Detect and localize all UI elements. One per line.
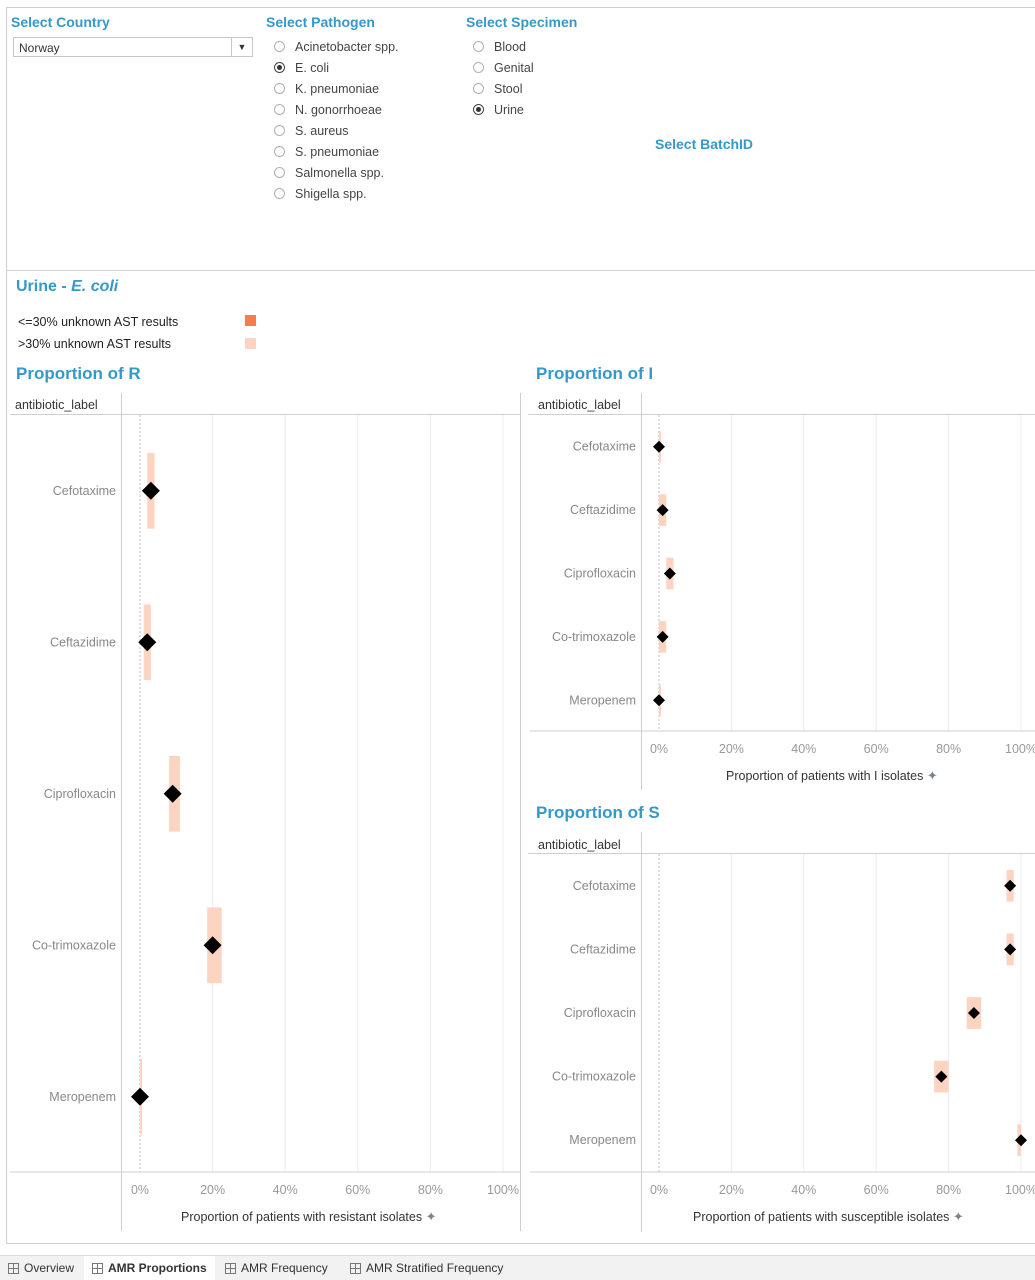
chart-r: 0% 20% 40% 60% 80% 100% Cefotaxime Ceftazidime C… (10, 415, 1035, 1197)
bottom-border (6, 1243, 1035, 1244)
data-point (1015, 1134, 1027, 1147)
tab-overview[interactable]: Overview (0, 1256, 82, 1280)
data-point (656, 630, 669, 643)
chart-i-header-line (528, 414, 1035, 415)
x-tick-label: 80% (936, 1183, 961, 1197)
chart-s-axis-title: Proportion of patients with susceptible … (693, 1209, 964, 1224)
x-tick-label: 40% (791, 742, 816, 756)
row-label: Meropenem (569, 693, 636, 707)
chart-i-column-header: antibiotic_label (538, 398, 621, 412)
tab-amr-stratified-frequency[interactable]: AMR Stratified Frequency (342, 1256, 511, 1280)
x-tick-label: 20% (719, 742, 744, 756)
sheet-icon (350, 1262, 361, 1274)
row-label: Ceftazidime (570, 503, 636, 517)
chart-s-header-line (528, 853, 1035, 854)
x-tick-label: 0% (650, 742, 668, 756)
pin-icon[interactable]: ✦ (953, 1209, 964, 1224)
data-point (663, 567, 676, 580)
x-tick-label: 20% (200, 1183, 225, 1197)
x-tick-label: 40% (273, 1183, 298, 1197)
x-tick-label: 100% (1005, 1183, 1035, 1197)
row-label: Co-trimoxazole (552, 1070, 636, 1084)
chart-r-axis-title: Proportion of patients with resistant is… (181, 1209, 437, 1224)
x-tick-label: 100% (487, 1183, 519, 1197)
data-point (141, 481, 160, 500)
chart-i-plot: 0% 20% 40% 60% 80% 100% Cefotaxime Ceftazidime C… (530, 415, 1035, 756)
chart-s-label-divider (641, 832, 642, 1232)
tab-amr-frequency[interactable]: AMR Frequency (217, 1256, 336, 1280)
data-point (1004, 943, 1017, 956)
row-label: Ciprofloxacin (564, 567, 636, 581)
row-label: Ciprofloxacin (44, 787, 116, 801)
x-tick-label: 0% (131, 1183, 149, 1197)
chart-i-label-divider (641, 393, 642, 790)
chart-i-axis-title: Proportion of patients with I isolates ✦ (726, 768, 938, 783)
tab-amr-proportions[interactable]: AMR Proportions (84, 1256, 215, 1280)
x-tick-label: 80% (936, 742, 961, 756)
row-label: Ceftazidime (50, 635, 116, 649)
sheet-icon (225, 1262, 236, 1274)
sheet-icon (8, 1262, 19, 1274)
row-label: Ceftazidime (570, 942, 636, 956)
data-point (1004, 879, 1017, 892)
row-label: Ciprofloxacin (564, 1006, 636, 1020)
x-tick-label: 60% (864, 1183, 889, 1197)
chart-s-plot: 0% 20% 40% 60% 80% 100% Cefotaxime Ceftazidime C… (530, 854, 1035, 1197)
row-label: Cefotaxime (53, 484, 116, 498)
x-tick-label: 40% (791, 1183, 816, 1197)
sheet-tab-bar: Overview AMR Proportions AMR Frequency A… (0, 1255, 1035, 1280)
chart-i-title: Proportion of I (536, 364, 654, 383)
x-tick-label: 60% (345, 1183, 370, 1197)
row-label: Co-trimoxazole (32, 938, 116, 952)
x-tick-label: 20% (719, 1183, 744, 1197)
sheet-icon (92, 1262, 103, 1274)
row-label: Cefotaxime (573, 879, 636, 893)
chart-r-plot: 0% 20% 40% 60% 80% 100% Cefotaxime Ceftazidime C… (10, 415, 520, 1197)
chart-s-title: Proportion of S (536, 803, 660, 822)
pin-icon[interactable]: ✦ (927, 768, 938, 783)
row-label: Cefotaxime (573, 440, 636, 454)
x-tick-label: 60% (864, 742, 889, 756)
row-label: Co-trimoxazole (552, 630, 636, 644)
x-tick-label: 0% (650, 1183, 668, 1197)
row-label: Meropenem (569, 1133, 636, 1147)
data-point (131, 1087, 149, 1106)
data-point (138, 633, 157, 652)
x-tick-label: 80% (418, 1183, 443, 1197)
pin-icon[interactable]: ✦ (426, 1209, 437, 1224)
data-point (656, 504, 669, 517)
data-point (653, 440, 665, 453)
chart-s-column-header: antibiotic_label (538, 838, 621, 852)
x-tick-label: 100% (1005, 742, 1035, 756)
data-point (653, 694, 665, 707)
row-label: Meropenem (49, 1090, 116, 1104)
